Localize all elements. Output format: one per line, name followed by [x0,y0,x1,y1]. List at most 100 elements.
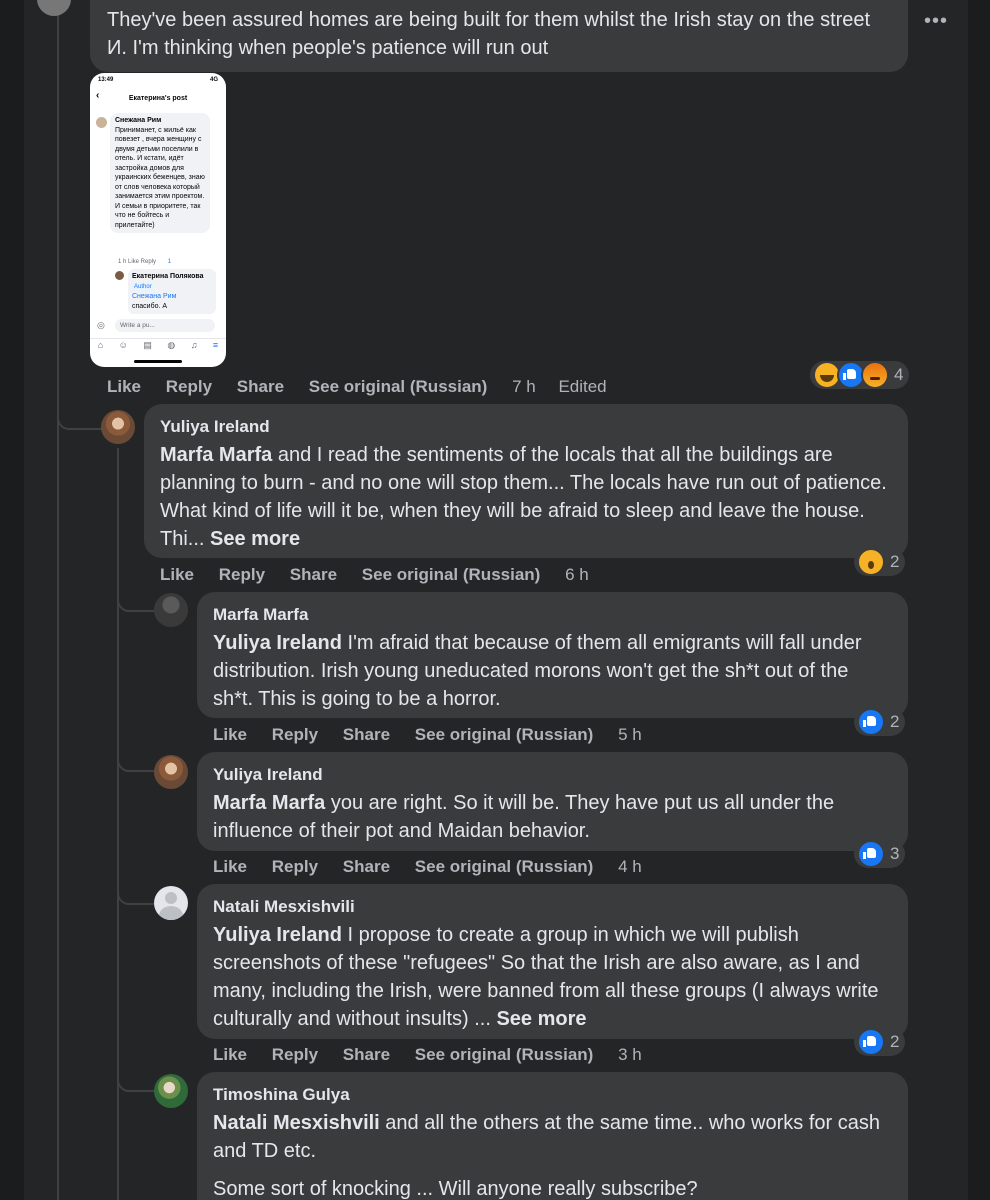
see-more-link[interactable]: See more [210,528,300,550]
post-title: Екатерина's post [128,95,188,102]
like-button[interactable]: Like [107,377,141,396]
comment-author[interactable]: Marfa Marfa [213,605,892,625]
share-button[interactable]: Share [343,1045,390,1064]
like-icon [857,840,885,868]
see-original-button[interactable]: See original (Russian) [415,1045,594,1064]
reaction-count: 4 [894,365,904,384]
comment-author[interactable]: Natali Mesxishvili [213,897,892,917]
avatar[interactable] [154,886,188,920]
timestamp[interactable]: 4 h [618,857,642,876]
comment-text-paragraph: Some sort of knocking ... Will anyone re… [213,1178,698,1200]
comment-bubble: Yuliya Ireland Marfa Marfa and I read th… [144,404,908,558]
reply-bubble: Екатерина Полякова Author Снежана Рим сп… [128,269,216,314]
thread-connector [117,730,155,772]
thread-connector [117,570,155,612]
avatar[interactable] [154,755,188,789]
avatar[interactable] [37,0,71,16]
more-options-icon[interactable]: ••• [924,10,948,33]
mention-link[interactable]: Yuliya Ireland [213,924,342,946]
reaction-count: 2 [890,1032,900,1051]
author-badge: Author [132,282,154,292]
thread-connector [57,380,103,430]
reactions-summary[interactable]: 3 [854,840,906,868]
phone-nav-bar: ⌂ ☺ ▤ ◍ ♫ ≡ [90,338,226,355]
home-icon: ⌂ [97,340,104,350]
phone-signal: 4G [209,77,218,83]
write-comment-input: Write a pu... [115,319,215,332]
home-indicator [134,360,182,363]
menu-icon: ≡ [212,340,219,350]
see-original-button[interactable]: See original (Russian) [362,565,541,584]
comment-bubble: They've been assured homes are being bui… [90,0,908,72]
comment-author[interactable]: Yuliya Ireland [160,417,892,437]
avatar[interactable] [101,410,135,444]
left-gutter [0,0,24,1200]
see-original-button[interactable]: See original (Russian) [415,857,594,876]
see-more-link[interactable]: See more [496,1008,586,1030]
reply-button[interactable]: Reply [272,725,318,744]
mention-link[interactable]: Natali Mesxishvili [213,1112,380,1134]
reactions-summary[interactable]: 2 [854,548,906,576]
timestamp[interactable]: 7 h [512,377,536,396]
avatar [115,271,124,280]
reply-button[interactable]: Reply [272,857,318,876]
reply-button[interactable]: Reply [219,565,265,584]
comment-bubble: Timoshina Gulya Natali Mesxishvili and a… [197,1072,908,1200]
angry-icon [861,361,889,389]
phone-time: 13:49 [98,77,114,83]
reaction-count: 2 [890,552,900,571]
timestamp[interactable]: 3 h [618,1045,642,1064]
comment-bubble: Снежана Рим Приниманет, с жильё как пове… [110,113,210,233]
like-button[interactable]: Like [213,725,247,744]
bell-icon: ♫ [190,340,198,350]
comment-text: Marfa Marfa you are right. So it will be… [213,792,835,842]
like-icon [857,708,885,736]
groups-icon: ◍ [167,340,176,350]
mention-link[interactable]: Yuliya Ireland [213,632,342,654]
comment-text: Natali Mesxishvili and all the others at… [213,1112,880,1162]
comment-author[interactable]: Yuliya Ireland [213,765,892,785]
camera-icon: ◎ [97,320,105,330]
share-button[interactable]: Share [343,857,390,876]
comment-bubble: Yuliya Ireland Marfa Marfa you are right… [197,752,908,851]
reply-author: Екатерина Полякова [132,273,204,280]
like-button[interactable]: Like [160,565,194,584]
reply-mention: Снежана Рим [132,293,177,300]
like-button[interactable]: Like [213,1045,247,1064]
phone-status-bar: 13:49 4G [98,76,218,86]
see-original-button[interactable]: See original (Russian) [415,725,594,744]
thread-connector [117,863,155,905]
comment-text: Приниманет, с жильё как повезет , вчера … [115,126,205,229]
share-button[interactable]: Share [343,725,390,744]
timestamp[interactable]: 5 h [618,725,642,744]
mention-link[interactable]: Marfa Marfa [213,792,325,814]
comment-actions: Like Reply Share See original (Russian) … [107,377,627,397]
timestamp[interactable]: 6 h [565,565,589,584]
reactions-summary[interactable]: 4 [810,361,910,389]
friends-icon: ☺ [118,340,128,350]
share-button[interactable]: Share [290,565,337,584]
comment-actions: Like Reply Share See original (Russian) … [213,725,660,745]
comment-author[interactable]: Timoshina Gulya [213,1085,892,1105]
reactions-summary[interactable]: 2 [854,1028,906,1056]
like-icon [857,1028,885,1056]
comment-meta: 1 h Like Reply 1 [118,259,172,265]
right-gutter [968,0,990,1200]
attached-screenshot[interactable]: 13:49 4G ‹ Екатерина's post Снежана Рим … [90,73,226,367]
mention-link[interactable]: Marfa Marfa [160,444,272,466]
like-button[interactable]: Like [213,857,247,876]
comment-bubble: Marfa Marfa Yuliya Ireland I'm afraid th… [197,592,908,718]
reaction-count: 2 [890,712,900,731]
comment-actions: Like Reply Share See original (Russian) … [160,565,607,585]
comment-text: They've been assured homes are being bui… [107,9,871,59]
see-original-button[interactable]: See original (Russian) [309,377,488,396]
share-button[interactable]: Share [237,377,284,396]
reply-button[interactable]: Reply [166,377,212,396]
comment-text: Yuliya Ireland I'm afraid that because o… [213,632,862,710]
avatar[interactable] [154,593,188,627]
reaction-count: 3 [890,844,900,863]
reply-button[interactable]: Reply [272,1045,318,1064]
reactions-summary[interactable]: 2 [854,708,906,736]
avatar[interactable] [154,1074,188,1108]
comments-feed: They've been assured homes are being bui… [24,0,968,1200]
